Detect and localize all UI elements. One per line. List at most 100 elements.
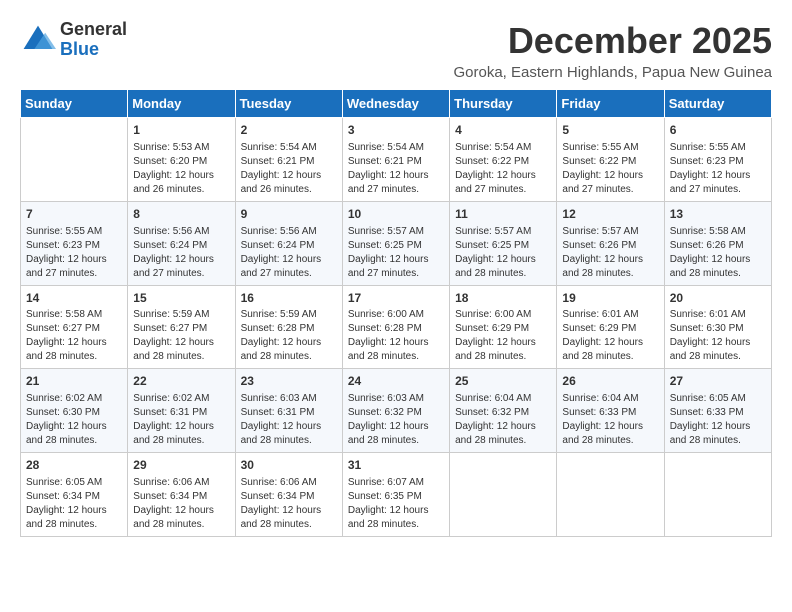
day-number: 12 — [562, 206, 658, 223]
calendar-cell: 29 Sunrise: 6:06 AMSunset: 6:34 PMDayligh… — [128, 453, 235, 537]
day-number: 18 — [455, 290, 551, 307]
day-info: Sunrise: 5:59 AMSunset: 6:28 PMDaylight:… — [241, 308, 337, 364]
day-info: Sunrise: 5:54 AMSunset: 6:21 PMDaylight:… — [348, 141, 444, 197]
logo-line2: Blue — [60, 40, 127, 60]
day-info: Sunrise: 6:02 AMSunset: 6:30 PMDaylight:… — [26, 392, 122, 448]
day-number: 5 — [562, 122, 658, 139]
calendar-cell: 20Sunrise: 6:01 AMSunset: 6:30 PMDayligh… — [664, 285, 771, 369]
calendar-cell: 28 Sunrise: 6:05 AMSunset: 6:34 PMDayligh… — [21, 453, 128, 537]
day-number: 10 — [348, 206, 444, 223]
day-info: Sunrise: 6:06 AMSunset: 6:34 PMDaylight:… — [241, 476, 337, 532]
calendar-cell: 22Sunrise: 6:02 AMSunset: 6:31 PMDayligh… — [128, 369, 235, 453]
day-info: Sunrise: 5:57 AMSunset: 6:25 PMDaylight:… — [455, 225, 551, 281]
day-info: Sunrise: 6:07 AMSunset: 6:35 PMDaylight:… — [348, 476, 444, 532]
calendar-cell: 13 Sunrise: 5:58 AMSunset: 6:26 PMDayligh… — [664, 201, 771, 285]
day-number: 28 — [26, 457, 122, 474]
weekday-header-saturday: Saturday — [664, 90, 771, 118]
calendar: SundayMondayTuesdayWednesdayThursdayFrid… — [20, 89, 772, 537]
calendar-cell: 17Sunrise: 6:00 AMSunset: 6:28 PMDayligh… — [342, 285, 449, 369]
day-info: Sunrise: 5:57 AMSunset: 6:25 PMDaylight:… — [348, 225, 444, 281]
calendar-cell: 15Sunrise: 5:59 AMSunset: 6:27 PMDayligh… — [128, 285, 235, 369]
subtitle: Goroka, Eastern Highlands, Papua New Gui… — [453, 64, 772, 81]
day-number: 20 — [670, 290, 766, 307]
day-info: Sunrise: 5:54 AMSunset: 6:21 PMDaylight:… — [241, 141, 337, 197]
calendar-cell: 12Sunrise: 5:57 AMSunset: 6:26 PMDayligh… — [557, 201, 664, 285]
day-number: 17 — [348, 290, 444, 307]
day-number: 11 — [455, 206, 551, 223]
calendar-cell: 3 Sunrise: 5:54 AMSunset: 6:21 PMDaylight… — [342, 118, 449, 202]
day-info: Sunrise: 6:00 AMSunset: 6:28 PMDaylight:… — [348, 308, 444, 364]
calendar-cell: 24 Sunrise: 6:03 AMSunset: 6:32 PMDayligh… — [342, 369, 449, 453]
calendar-cell: 27 Sunrise: 6:05 AMSunset: 6:33 PMDayligh… — [664, 369, 771, 453]
day-info: Sunrise: 6:00 AMSunset: 6:29 PMDaylight:… — [455, 308, 551, 364]
day-number: 3 — [348, 122, 444, 139]
calendar-cell — [664, 453, 771, 537]
calendar-cell: 7 Sunrise: 5:55 AMSunset: 6:23 PMDaylight… — [21, 201, 128, 285]
calendar-cell: 2 Sunrise: 5:54 AMSunset: 6:21 PMDaylight… — [235, 118, 342, 202]
day-info: Sunrise: 5:55 AMSunset: 6:23 PMDaylight:… — [670, 141, 766, 197]
day-info: Sunrise: 5:53 AMSunset: 6:20 PMDaylight:… — [133, 141, 229, 197]
day-info: Sunrise: 5:54 AMSunset: 6:22 PMDaylight:… — [455, 141, 551, 197]
calendar-cell: 8 Sunrise: 5:56 AMSunset: 6:24 PMDaylight… — [128, 201, 235, 285]
logo-icon — [20, 22, 56, 58]
day-number: 2 — [241, 122, 337, 139]
day-info: Sunrise: 5:55 AMSunset: 6:23 PMDaylight:… — [26, 225, 122, 281]
calendar-cell: 30Sunrise: 6:06 AMSunset: 6:34 PMDayligh… — [235, 453, 342, 537]
day-number: 26 — [562, 373, 658, 390]
day-info: Sunrise: 6:06 AMSunset: 6:34 PMDaylight:… — [133, 476, 229, 532]
day-number: 6 — [670, 122, 766, 139]
calendar-cell: 14Sunrise: 5:58 AMSunset: 6:27 PMDayligh… — [21, 285, 128, 369]
page-header: General Blue December 2025 Goroka, Easte… — [20, 20, 772, 81]
calendar-cell: 25 Sunrise: 6:04 AMSunset: 6:32 PMDayligh… — [450, 369, 557, 453]
weekday-header-sunday: Sunday — [21, 90, 128, 118]
day-number: 13 — [670, 206, 766, 223]
day-info: Sunrise: 5:56 AMSunset: 6:24 PMDaylight:… — [133, 225, 229, 281]
day-number: 14 — [26, 290, 122, 307]
day-info: Sunrise: 6:01 AMSunset: 6:30 PMDaylight:… — [670, 308, 766, 364]
day-info: Sunrise: 6:05 AMSunset: 6:33 PMDaylight:… — [670, 392, 766, 448]
calendar-cell: 16Sunrise: 5:59 AMSunset: 6:28 PMDayligh… — [235, 285, 342, 369]
day-info: Sunrise: 5:59 AMSunset: 6:27 PMDaylight:… — [133, 308, 229, 364]
day-info: Sunrise: 6:03 AMSunset: 6:31 PMDaylight:… — [241, 392, 337, 448]
calendar-cell: 19Sunrise: 6:01 AMSunset: 6:29 PMDayligh… — [557, 285, 664, 369]
weekday-header-friday: Friday — [557, 90, 664, 118]
calendar-header: SundayMondayTuesdayWednesdayThursdayFrid… — [21, 90, 772, 118]
day-info: Sunrise: 6:01 AMSunset: 6:29 PMDaylight:… — [562, 308, 658, 364]
calendar-cell: 6 Sunrise: 5:55 AMSunset: 6:23 PMDaylight… — [664, 118, 771, 202]
day-number: 21 — [26, 373, 122, 390]
day-number: 7 — [26, 206, 122, 223]
day-info: Sunrise: 6:05 AMSunset: 6:34 PMDaylight:… — [26, 476, 122, 532]
day-info: Sunrise: 5:56 AMSunset: 6:24 PMDaylight:… — [241, 225, 337, 281]
day-number: 29 — [133, 457, 229, 474]
weekday-header-wednesday: Wednesday — [342, 90, 449, 118]
logo: General Blue — [20, 20, 127, 60]
day-number: 15 — [133, 290, 229, 307]
day-number: 25 — [455, 373, 551, 390]
main-title: December 2025 — [453, 20, 772, 62]
title-block: December 2025 Goroka, Eastern Highlands,… — [453, 20, 772, 81]
day-info: Sunrise: 6:04 AMSunset: 6:33 PMDaylight:… — [562, 392, 658, 448]
calendar-cell: 10 Sunrise: 5:57 AMSunset: 6:25 PMDayligh… — [342, 201, 449, 285]
day-number: 27 — [670, 373, 766, 390]
calendar-cell: 4 Sunrise: 5:54 AMSunset: 6:22 PMDaylight… — [450, 118, 557, 202]
day-number: 22 — [133, 373, 229, 390]
calendar-cell — [21, 118, 128, 202]
calendar-cell: 23 Sunrise: 6:03 AMSunset: 6:31 PMDayligh… — [235, 369, 342, 453]
day-info: Sunrise: 6:04 AMSunset: 6:32 PMDaylight:… — [455, 392, 551, 448]
day-info: Sunrise: 5:55 AMSunset: 6:22 PMDaylight:… — [562, 141, 658, 197]
day-info: Sunrise: 5:58 AMSunset: 6:27 PMDaylight:… — [26, 308, 122, 364]
calendar-cell — [557, 453, 664, 537]
calendar-cell: 5 Sunrise: 5:55 AMSunset: 6:22 PMDaylight… — [557, 118, 664, 202]
day-number: 8 — [133, 206, 229, 223]
day-number: 24 — [348, 373, 444, 390]
day-number: 4 — [455, 122, 551, 139]
weekday-header-monday: Monday — [128, 90, 235, 118]
day-info: Sunrise: 5:58 AMSunset: 6:26 PMDaylight:… — [670, 225, 766, 281]
calendar-cell: 21 Sunrise: 6:02 AMSunset: 6:30 PMDayligh… — [21, 369, 128, 453]
weekday-header-thursday: Thursday — [450, 90, 557, 118]
day-number: 23 — [241, 373, 337, 390]
day-number: 16 — [241, 290, 337, 307]
day-number: 1 — [133, 122, 229, 139]
day-info: Sunrise: 6:03 AMSunset: 6:32 PMDaylight:… — [348, 392, 444, 448]
calendar-cell: 26 Sunrise: 6:04 AMSunset: 6:33 PMDayligh… — [557, 369, 664, 453]
